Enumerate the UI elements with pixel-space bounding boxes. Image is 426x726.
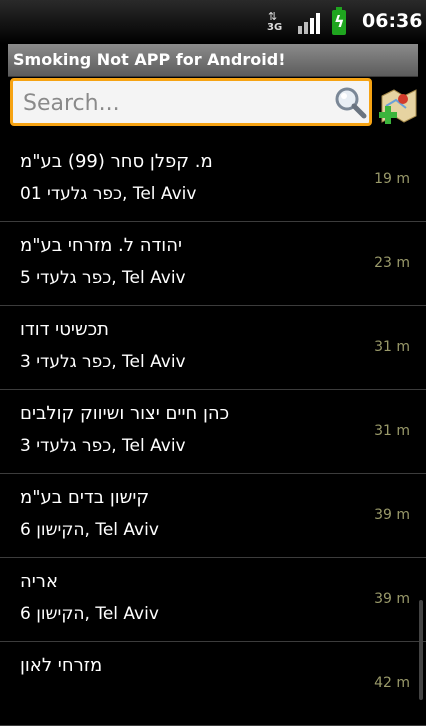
place-name: מ. קפלן סחר (99) בע"מ bbox=[20, 151, 213, 172]
battery-charging-icon: ϟ bbox=[332, 7, 346, 35]
app-title: Smoking Not APP for Android! bbox=[13, 50, 286, 69]
place-address: הקישון 6, Tel Aviv bbox=[20, 520, 159, 540]
clock: 06:36 bbox=[362, 10, 423, 32]
search-icon[interactable] bbox=[333, 86, 369, 120]
list-item[interactable]: תכשיטי דודו כפר גלעדי 3, Tel Aviv 31 m bbox=[0, 306, 426, 390]
list-item[interactable]: יהודה ל. מזרחי בע"מ כפר גלעדי 5, Tel Aviv… bbox=[0, 222, 426, 306]
place-distance: 31 m bbox=[374, 339, 410, 355]
add-map-location-icon[interactable] bbox=[376, 86, 420, 130]
list-item[interactable]: אריה הקישון 6, Tel Aviv 39 m bbox=[0, 558, 426, 642]
search-input[interactable] bbox=[21, 85, 325, 121]
network-3g-icon: ⇅ 3G bbox=[267, 10, 283, 33]
place-name: מזרחי לאון bbox=[20, 655, 103, 676]
scrollbar[interactable] bbox=[419, 600, 423, 700]
place-name: אריה bbox=[20, 571, 58, 592]
place-address: הקישון 6, Tel Aviv bbox=[20, 604, 159, 624]
list-item[interactable]: מ. קפלן סחר (99) בע"מ כפר גלעדי 01, Tel A… bbox=[0, 138, 426, 222]
status-bar: ⇅ 3G ϟ 06:36 bbox=[0, 0, 426, 44]
place-distance: 39 m bbox=[374, 507, 410, 523]
signal-strength-icon bbox=[298, 12, 320, 34]
place-name: כהן חיים יצור ושיווק קולבים bbox=[20, 403, 230, 424]
place-distance: 42 m bbox=[374, 675, 410, 691]
place-name: קישון בדים בע"מ bbox=[20, 487, 150, 508]
place-address: כפר גלעדי 3, Tel Aviv bbox=[20, 352, 186, 372]
place-distance: 23 m bbox=[374, 255, 410, 271]
place-distance: 19 m bbox=[374, 171, 410, 187]
list-item[interactable]: כהן חיים יצור ושיווק קולבים כפר גלעדי 3, … bbox=[0, 390, 426, 474]
place-name: יהודה ל. מזרחי בע"מ bbox=[20, 235, 182, 256]
place-address: כפר גלעדי 5, Tel Aviv bbox=[20, 268, 186, 288]
place-name: תכשיטי דודו bbox=[20, 319, 110, 340]
place-distance: 31 m bbox=[374, 423, 410, 439]
list-item[interactable]: קישון בדים בע"מ הקישון 6, Tel Aviv 39 m bbox=[0, 474, 426, 558]
place-address: כפר גלעדי 01, Tel Aviv bbox=[20, 184, 197, 204]
app-title-bar: Smoking Not APP for Android! bbox=[8, 44, 418, 77]
place-distance: 39 m bbox=[374, 591, 410, 607]
list-item[interactable]: מזרחי לאון 42 m bbox=[0, 642, 426, 726]
search-box[interactable] bbox=[10, 78, 372, 126]
place-address: כפר גלעדי 3, Tel Aviv bbox=[20, 436, 186, 456]
